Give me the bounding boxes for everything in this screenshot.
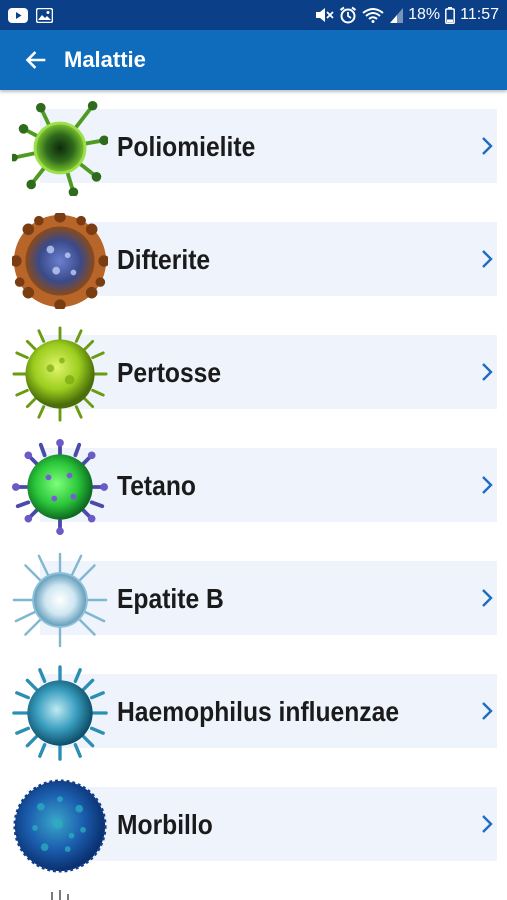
morbillo-virus-icon <box>13 779 107 873</box>
page-title: Malattie <box>64 47 146 72</box>
disease-label: Poliomielite <box>117 131 256 162</box>
disease-item-epatite-b[interactable]: Epatite B <box>0 542 507 655</box>
row-background <box>40 561 497 635</box>
app-bar: Malattie <box>0 30 507 90</box>
chevron-right-icon <box>482 476 493 494</box>
image-icon <box>36 7 53 23</box>
signal-icon <box>389 7 404 23</box>
disease-item-tetano[interactable]: Tetano <box>0 429 507 542</box>
chevron-right-icon <box>482 589 493 607</box>
row-background <box>40 109 497 183</box>
row-background <box>40 222 497 296</box>
status-right-icons: 18% 11:57 <box>314 6 499 24</box>
chevron-right-icon <box>482 702 493 720</box>
disease-label: Pertosse <box>117 357 222 388</box>
chevron-right-icon <box>482 137 493 155</box>
chevron-right-icon <box>482 815 493 833</box>
partial-virus-icon <box>51 890 69 900</box>
disease-item-poliomielite[interactable]: Poliomielite <box>0 90 507 203</box>
row-background <box>40 335 497 409</box>
mute-icon <box>314 7 334 23</box>
battery-icon <box>445 6 456 24</box>
chevron-right-icon <box>482 250 493 268</box>
disease-item-pertosse[interactable]: Pertosse <box>0 316 507 429</box>
disease-item-haemophilus-influenzae[interactable]: Haemophilus influenzae <box>0 655 507 768</box>
disease-label: Tetano <box>117 470 196 501</box>
disease-label: Difterite <box>117 244 211 275</box>
youtube-icon <box>8 7 28 23</box>
wifi-icon <box>362 7 384 23</box>
haemophilus-influenzae-virus-icon <box>12 665 108 761</box>
battery-percent: 18% <box>408 6 441 23</box>
poliomielite-virus-icon <box>12 100 108 196</box>
disease-item-difterite[interactable]: Difterite <box>0 203 507 316</box>
status-time: 11:57 <box>460 6 499 23</box>
status-bar: 18% 11:57 <box>0 0 507 30</box>
disease-item-partial[interactable] <box>0 878 507 900</box>
row-background <box>40 448 497 522</box>
back-arrow-icon <box>25 51 46 69</box>
disease-label: Morbillo <box>117 809 213 840</box>
chevron-right-icon <box>482 363 493 381</box>
tetano-virus-icon <box>12 439 108 535</box>
status-left-icons <box>8 7 53 23</box>
pertosse-virus-icon <box>12 326 108 422</box>
disease-item-morbillo[interactable]: Morbillo <box>0 768 507 881</box>
epatite-b-virus-icon <box>12 552 108 648</box>
row-background <box>40 787 497 861</box>
difterite-virus-icon <box>12 213 108 309</box>
alarm-icon <box>339 6 357 24</box>
back-button[interactable] <box>7 30 63 90</box>
disease-label: Epatite B <box>117 583 224 614</box>
disease-label: Haemophilus influenzae <box>117 696 400 727</box>
